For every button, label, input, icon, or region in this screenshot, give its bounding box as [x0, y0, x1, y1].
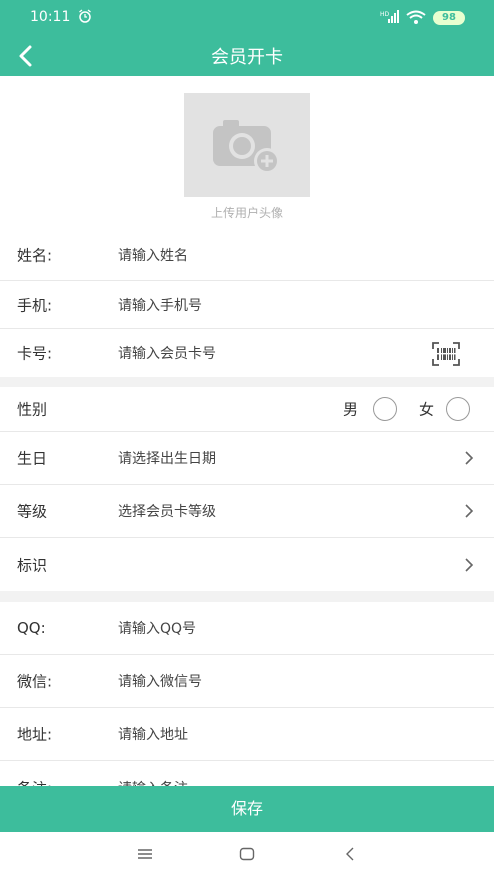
- birthday-row[interactable]: 生日 请选择出生日期: [0, 432, 494, 485]
- address-row[interactable]: 地址: 请输入地址: [0, 708, 494, 761]
- gender-row: 性别 男 女: [0, 387, 494, 432]
- signal-hd-label: HD: [380, 11, 390, 18]
- qq-row[interactable]: QQ: 请输入QQ号: [0, 602, 494, 655]
- phone-input[interactable]: 请输入手机号: [118, 295, 202, 315]
- card-label: 卡号:: [17, 344, 53, 363]
- phone-label: 手机:: [17, 296, 53, 314]
- contact-info-group: QQ: 请输入QQ号 微信: 请输入微信号 地址: 请输入地址 备注: 请输入备…: [0, 602, 494, 786]
- form-content[interactable]: 上传用户头像 姓名: 请输入姓名 手机: 请输入手机号 卡号: 请输入会员卡号: [0, 76, 494, 786]
- gender-male-radio[interactable]: [373, 397, 397, 421]
- remark-input[interactable]: 请输入备注: [118, 778, 188, 787]
- qq-label: QQ:: [17, 619, 46, 637]
- alarm-icon: [79, 9, 91, 23]
- home-nav-button[interactable]: [239, 846, 255, 865]
- wechat-label: 微信:: [17, 672, 53, 691]
- tag-label: 标识: [17, 556, 48, 574]
- back-arrow-icon: [346, 847, 354, 861]
- avatar-section: 上传用户头像: [0, 76, 494, 229]
- status-time: 10:11: [30, 9, 71, 25]
- camera-plus-icon: [213, 120, 280, 174]
- save-button[interactable]: 保存: [0, 786, 494, 832]
- birthday-picker[interactable]: 请选择出生日期: [118, 448, 216, 468]
- gender-label: 性别: [17, 400, 48, 419]
- wechat-input[interactable]: 请输入微信号: [118, 671, 202, 691]
- level-picker[interactable]: 选择会员卡等级: [118, 501, 216, 521]
- barcode-scan-icon: [432, 342, 460, 366]
- level-row[interactable]: 等级 选择会员卡等级: [0, 485, 494, 538]
- phone-row[interactable]: 手机: 请输入手机号: [0, 281, 494, 329]
- name-input[interactable]: 请输入姓名: [118, 245, 188, 265]
- birthday-label: 生日: [17, 449, 48, 468]
- card-row[interactable]: 卡号: 请输入会员卡号: [0, 329, 494, 377]
- battery-icon: 98: [433, 11, 465, 25]
- address-input[interactable]: 请输入地址: [118, 724, 188, 744]
- section-gap: [0, 377, 494, 387]
- chevron-right-icon: [465, 504, 474, 518]
- avatar-upload-button[interactable]: [184, 93, 310, 197]
- basic-info-group: 姓名: 请输入姓名 手机: 请输入手机号 卡号: 请输入会员卡号: [0, 229, 494, 377]
- wifi-icon: [406, 10, 426, 28]
- signal-icon: HD: [380, 10, 400, 28]
- card-input[interactable]: 请输入会员卡号: [118, 343, 216, 363]
- tag-row[interactable]: 标识: [0, 538, 494, 591]
- chevron-right-icon: [465, 451, 474, 465]
- qq-input[interactable]: 请输入QQ号: [118, 618, 196, 638]
- page-title: 会员开卡: [211, 47, 283, 68]
- system-nav-bar: [0, 832, 494, 880]
- menu-icon: [138, 849, 152, 859]
- back-nav-button[interactable]: [344, 846, 356, 865]
- address-label: 地址:: [17, 725, 53, 744]
- scan-barcode-button[interactable]: [432, 342, 460, 370]
- home-square-icon: [239, 847, 255, 861]
- section-gap: [0, 591, 494, 602]
- chevron-right-icon: [465, 557, 474, 572]
- name-row[interactable]: 姓名: 请输入姓名: [0, 229, 494, 281]
- remark-row[interactable]: 备注: 请输入备注: [0, 761, 494, 786]
- avatar-caption: 上传用户头像: [210, 206, 283, 220]
- title-bar: 会员开卡: [0, 36, 494, 76]
- level-label: 等级: [17, 502, 48, 521]
- status-bar: 10:11 HD 98: [0, 0, 494, 36]
- wechat-row[interactable]: 微信: 请输入微信号: [0, 655, 494, 708]
- name-label: 姓名:: [17, 246, 53, 264]
- gender-female-radio[interactable]: [446, 397, 470, 421]
- personal-info-group: 性别 男 女 生日 请选择出生日期 等级 选择会员卡等级 标识: [0, 387, 494, 591]
- menu-nav-button[interactable]: [137, 846, 153, 865]
- gender-male-label: 男: [343, 400, 359, 419]
- gender-female-label: 女: [419, 400, 435, 419]
- remark-label: 备注:: [17, 777, 52, 786]
